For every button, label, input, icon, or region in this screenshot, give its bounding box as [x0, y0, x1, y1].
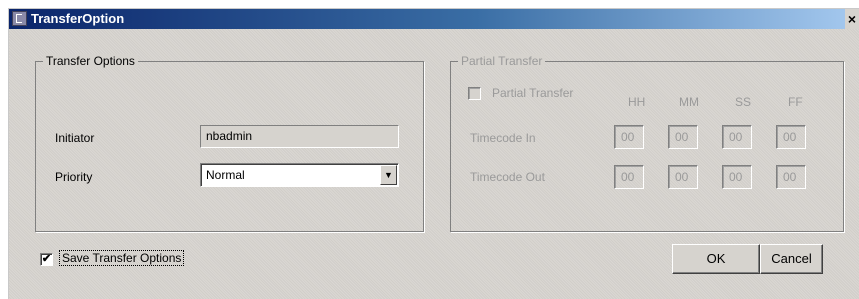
app-window-icon [12, 11, 27, 26]
timecode-in-hh[interactable]: 00 [614, 125, 644, 149]
timecode-out-label: Timecode Out [470, 170, 545, 184]
column-header-mm: MM [679, 95, 699, 109]
cancel-button[interactable]: Cancel [760, 244, 823, 274]
column-header-ff: FF [788, 95, 803, 109]
partial-transfer-checkbox[interactable] [468, 87, 481, 100]
timecode-out-hh[interactable]: 00 [614, 165, 644, 189]
priority-label: Priority [55, 170, 93, 184]
window-title: TransferOption [31, 11, 125, 26]
transfer-options-group: Transfer Options Initiator nbadmin Prior… [35, 54, 424, 232]
timecode-out-mm[interactable]: 00 [668, 165, 698, 189]
partial-transfer-legend: Partial Transfer [458, 54, 546, 68]
timecode-in-mm[interactable]: 00 [668, 125, 698, 149]
initiator-field: nbadmin [200, 125, 399, 148]
partial-transfer-checkbox-label: Partial Transfer [492, 86, 574, 100]
title-bar[interactable]: TransferOption × [9, 9, 859, 29]
chevron-down-icon[interactable]: ▼ [380, 165, 397, 185]
initiator-label: Initiator [55, 131, 95, 145]
timecode-in-label: Timecode In [470, 131, 536, 145]
save-transfer-options-label[interactable]: Save Transfer Options [59, 250, 185, 266]
priority-select[interactable]: Normal ▼ [200, 163, 399, 187]
timecode-in-ss[interactable]: 00 [722, 125, 752, 149]
timecode-out-ff[interactable]: 00 [776, 165, 806, 189]
transfer-option-dialog: TransferOption × Transfer Options Initia… [8, 8, 859, 299]
save-transfer-options-checkbox[interactable]: ✔ [40, 253, 53, 266]
ok-button[interactable]: OK [672, 244, 760, 274]
column-header-hh: HH [628, 95, 646, 109]
transfer-options-legend: Transfer Options [43, 54, 138, 68]
priority-selected-value: Normal [206, 168, 245, 182]
column-header-ss: SS [735, 95, 752, 109]
partial-transfer-group: Partial Transfer Partial Transfer HH MM … [450, 54, 844, 232]
timecode-in-ff[interactable]: 00 [776, 125, 806, 149]
close-button[interactable]: × [845, 9, 859, 29]
timecode-out-ss[interactable]: 00 [722, 165, 752, 189]
